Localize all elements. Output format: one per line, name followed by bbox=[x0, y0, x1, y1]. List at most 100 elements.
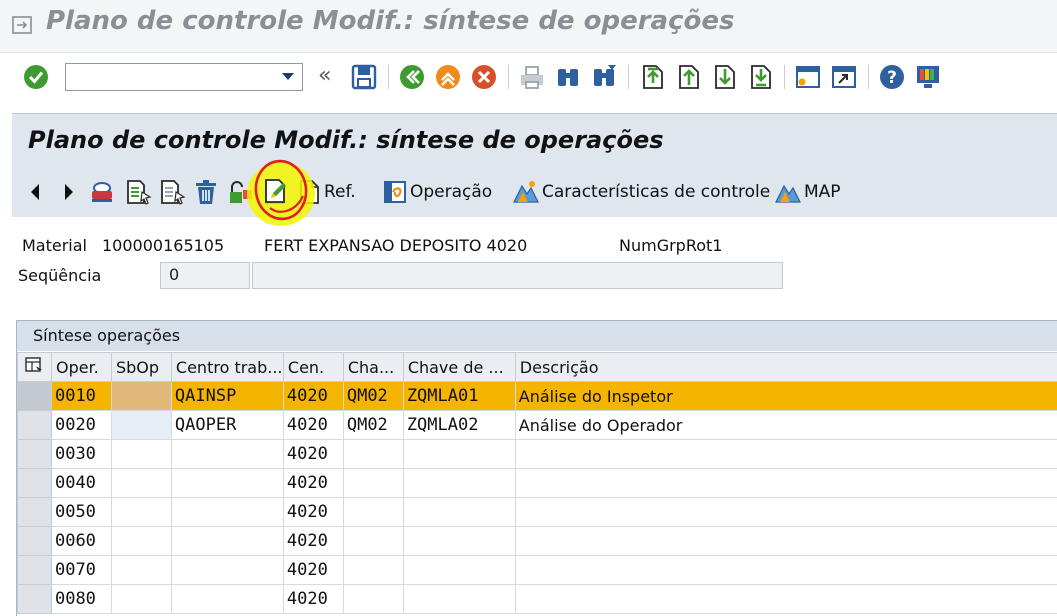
cell-cen[interactable]: 4020 bbox=[283, 440, 343, 469]
display-object-icon[interactable] bbox=[88, 178, 116, 206]
command-field[interactable] bbox=[65, 63, 303, 91]
next-page-icon[interactable] bbox=[710, 63, 738, 91]
cell-oper[interactable]: 0020 bbox=[51, 411, 111, 440]
cell-chave[interactable] bbox=[403, 585, 515, 614]
table-row[interactable]: 0010 QAINSP4020QM02ZQMLA01Análise do Insp… bbox=[18, 382, 1057, 411]
collapse-toolbar-icon[interactable]: « bbox=[318, 63, 331, 88]
cell-cha[interactable] bbox=[343, 498, 403, 527]
cell-cen[interactable]: 4020 bbox=[283, 556, 343, 585]
table-row[interactable]: 0030 4020 bbox=[18, 440, 1057, 469]
table-row[interactable]: 0020 QAOPER4020QM02ZQMLA02Análise do Oper… bbox=[18, 411, 1057, 440]
cell-centro[interactable]: QAOPER bbox=[171, 411, 283, 440]
table-row[interactable]: 0070 4020 bbox=[18, 556, 1057, 585]
select-all-icon[interactable] bbox=[124, 178, 152, 206]
row-selector[interactable] bbox=[18, 527, 52, 556]
column-settings-button[interactable] bbox=[18, 353, 52, 382]
cell-chave[interactable] bbox=[403, 469, 515, 498]
sequencia-field[interactable]: 0 bbox=[160, 262, 250, 289]
cell-cen[interactable]: 4020 bbox=[283, 585, 343, 614]
cell-centro[interactable]: QAINSP bbox=[171, 382, 283, 411]
cell-sbop[interactable] bbox=[111, 382, 171, 411]
cell-cen[interactable]: 4020 bbox=[283, 411, 343, 440]
nav-right-icon[interactable] bbox=[62, 180, 76, 208]
cell-sbop[interactable] bbox=[111, 556, 171, 585]
row-selector[interactable] bbox=[18, 440, 52, 469]
create-session-icon[interactable] bbox=[794, 63, 822, 91]
row-selector[interactable] bbox=[18, 556, 52, 585]
first-page-icon[interactable] bbox=[638, 63, 666, 91]
save-icon[interactable] bbox=[350, 63, 378, 91]
cell-cha[interactable]: QM02 bbox=[343, 411, 403, 440]
cell-sbop[interactable] bbox=[111, 469, 171, 498]
cell-centro[interactable] bbox=[171, 469, 283, 498]
column-header-sbop[interactable]: SbOp bbox=[111, 353, 171, 382]
cell-cha[interactable]: QM02 bbox=[343, 382, 403, 411]
cell-cha[interactable] bbox=[343, 556, 403, 585]
find-next-icon[interactable] bbox=[590, 63, 618, 91]
cell-desc[interactable] bbox=[515, 498, 1057, 527]
exit-icon[interactable] bbox=[434, 63, 462, 91]
row-selector[interactable] bbox=[18, 469, 52, 498]
map-button[interactable]: MAP bbox=[774, 178, 841, 206]
cell-chave[interactable]: ZQMLA01 bbox=[403, 382, 515, 411]
cell-sbop[interactable] bbox=[111, 498, 171, 527]
cell-cen[interactable]: 4020 bbox=[283, 469, 343, 498]
cell-oper[interactable]: 0080 bbox=[51, 585, 111, 614]
cell-desc[interactable] bbox=[515, 585, 1057, 614]
cell-oper[interactable]: 0040 bbox=[51, 469, 111, 498]
cell-oper[interactable]: 0010 bbox=[51, 382, 111, 411]
help-icon[interactable]: ? bbox=[878, 63, 906, 91]
cell-chave[interactable] bbox=[403, 440, 515, 469]
row-selector[interactable] bbox=[18, 585, 52, 614]
row-selector[interactable] bbox=[18, 498, 52, 527]
cell-chave[interactable]: ZQMLA02 bbox=[403, 411, 515, 440]
cell-oper[interactable]: 0070 bbox=[51, 556, 111, 585]
enter-icon[interactable] bbox=[22, 63, 50, 91]
cell-desc[interactable] bbox=[515, 527, 1057, 556]
cell-centro[interactable] bbox=[171, 440, 283, 469]
back-icon[interactable] bbox=[398, 63, 426, 91]
cell-desc[interactable]: Análise do Inspetor bbox=[515, 382, 1057, 411]
cell-cen[interactable]: 4020 bbox=[283, 498, 343, 527]
cell-chave[interactable] bbox=[403, 498, 515, 527]
cell-desc[interactable] bbox=[515, 469, 1057, 498]
cell-cha[interactable] bbox=[343, 469, 403, 498]
cell-oper[interactable]: 0060 bbox=[51, 527, 111, 556]
new-entries-icon-overlay[interactable] bbox=[262, 177, 290, 205]
cell-desc[interactable] bbox=[515, 440, 1057, 469]
column-header-centro[interactable]: Centro trab... bbox=[171, 353, 283, 382]
command-dropdown[interactable] bbox=[276, 64, 302, 90]
cell-sbop[interactable] bbox=[111, 440, 171, 469]
column-header-oper[interactable]: Oper. bbox=[51, 353, 111, 382]
table-row[interactable]: 0040 4020 bbox=[18, 469, 1057, 498]
deselect-all-icon[interactable] bbox=[158, 178, 186, 206]
cell-sbop[interactable] bbox=[111, 411, 171, 440]
cell-chave[interactable] bbox=[403, 527, 515, 556]
cell-chave[interactable] bbox=[403, 556, 515, 585]
cell-oper[interactable]: 0030 bbox=[51, 440, 111, 469]
cancel-icon[interactable] bbox=[470, 63, 498, 91]
delete-icon[interactable] bbox=[192, 178, 220, 206]
column-header-chave[interactable]: Chave de ... bbox=[403, 353, 515, 382]
caracteristicas-button[interactable]: Características de controle bbox=[512, 178, 770, 206]
row-selector[interactable] bbox=[18, 411, 52, 440]
cell-sbop[interactable] bbox=[111, 585, 171, 614]
cell-centro[interactable] bbox=[171, 585, 283, 614]
shortcut-icon[interactable] bbox=[830, 63, 858, 91]
find-icon[interactable] bbox=[554, 63, 582, 91]
row-selector[interactable] bbox=[18, 382, 52, 411]
cell-sbop[interactable] bbox=[111, 527, 171, 556]
column-header-cha[interactable]: Cha... bbox=[343, 353, 403, 382]
cell-centro[interactable] bbox=[171, 527, 283, 556]
table-row[interactable]: 0060 4020 bbox=[18, 527, 1057, 556]
cell-cha[interactable] bbox=[343, 440, 403, 469]
cell-cha[interactable] bbox=[343, 527, 403, 556]
nav-left-icon[interactable] bbox=[28, 180, 42, 208]
column-header-cen[interactable]: Cen. bbox=[283, 353, 343, 382]
cell-centro[interactable] bbox=[171, 498, 283, 527]
column-header-descricao[interactable]: Descrição bbox=[515, 353, 1057, 382]
cell-cen[interactable]: 4020 bbox=[283, 382, 343, 411]
cell-desc[interactable]: Análise do Operador bbox=[515, 411, 1057, 440]
cell-cen[interactable]: 4020 bbox=[283, 527, 343, 556]
customize-layout-icon[interactable] bbox=[914, 63, 942, 91]
